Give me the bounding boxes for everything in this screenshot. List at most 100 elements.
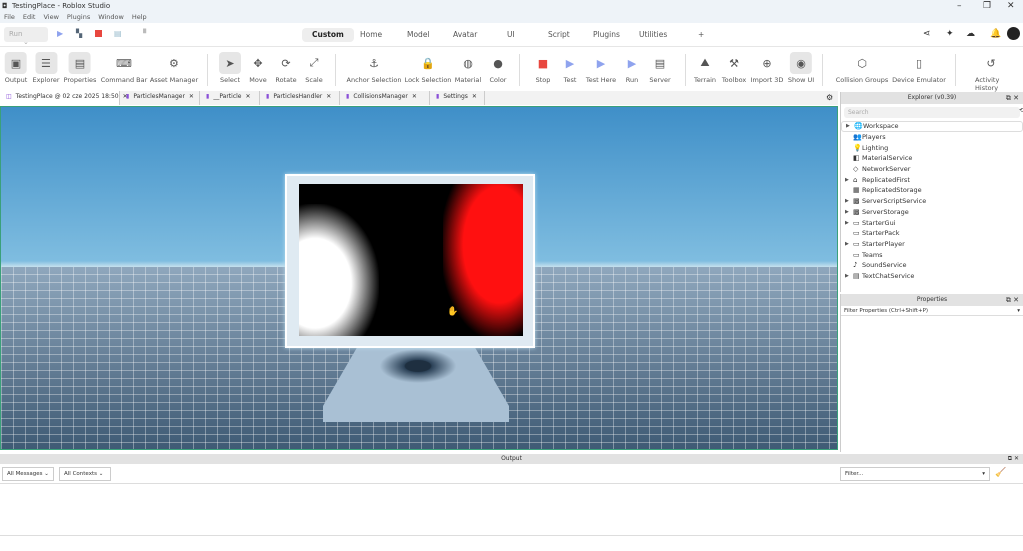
tool-color[interactable]: ● Color [487, 52, 509, 85]
tool-anchor-selection[interactable]: ⚓ Anchor Selection [347, 52, 402, 85]
explorer-item[interactable]: ▶ ▭ StarterPlayer [841, 239, 1023, 250]
doc-tab[interactable]: ▮ Settings ✕ [430, 91, 485, 105]
doc-tab[interactable]: ▮ __Particle ✕ [200, 91, 260, 105]
close-properties-button[interactable]: ⧉ ✕ [1006, 294, 1019, 306]
step-icon[interactable]: ▝ [140, 29, 146, 38]
settings-gear-icon[interactable]: ⚙ [826, 93, 833, 102]
tool-select[interactable]: ➤ Select [219, 52, 241, 84]
chevron-down-icon: ▾ [1017, 308, 1020, 314]
maximize-button[interactable]: ❐ [983, 1, 991, 11]
expand-arrow-icon[interactable]: ▶ [845, 209, 853, 215]
tool-device-emulator[interactable]: ▯ Device Emulator [892, 52, 946, 85]
3d-viewport[interactable]: ✋ [0, 106, 838, 450]
doc-tab[interactable]: ▮ ParticlesManager ✕ [120, 91, 200, 105]
tool-command-bar[interactable]: ⌨ Command Bar [101, 52, 148, 85]
tab-utilities[interactable]: Utilities [629, 28, 677, 42]
tab-ui[interactable]: UI [497, 28, 525, 42]
close-tab-icon[interactable]: ✕ [189, 93, 194, 103]
explorer-item[interactable]: ▶ 🌐 Workspace [841, 121, 1023, 132]
explorer-item[interactable]: ▶ ▩ ServerStorage [841, 207, 1023, 218]
tool-material[interactable]: ◍ Material [455, 52, 481, 85]
expand-arrow-icon[interactable]: ▶ [846, 123, 854, 129]
menu-plugins[interactable]: Plugins [67, 12, 90, 23]
tool-collision-groups[interactable]: ⬡ Collision Groups [836, 52, 888, 85]
cloud-icon[interactable]: ☁ [966, 29, 975, 39]
tool-run[interactable]: ▶ Run [621, 52, 643, 85]
run-mode-select[interactable]: Run ⌄ [4, 27, 48, 46]
tool-move[interactable]: ✥ Move [247, 52, 269, 85]
properties-filter-input[interactable]: Filter Properties (Ctrl+Shift+P) ▾ [841, 306, 1023, 316]
explorer-item[interactable]: ▦ ReplicatedStorage [841, 185, 1023, 196]
explorer-item[interactable]: ▭ Teams [841, 249, 1023, 260]
output-filter-input[interactable]: Filter... ▾ [840, 467, 990, 481]
tab-script[interactable]: Script [538, 28, 580, 42]
close-output-button[interactable]: ⧉ ✕ [1008, 454, 1019, 464]
doc-tab[interactable]: ◫ TestingPlace @ 02 cze 2025 18:50 ✕ [0, 91, 128, 105]
tool-test[interactable]: ▶ Test [559, 52, 581, 85]
pause-icon[interactable]: ▤ [114, 29, 122, 38]
menu-window[interactable]: Window [98, 12, 124, 23]
explorer-item[interactable]: ▶ ▭ StarterGui [841, 217, 1023, 228]
explorer-item[interactable]: ♪ SoundService [841, 260, 1023, 271]
expand-arrow-icon[interactable]: ▶ [845, 241, 853, 247]
tool-import-3d[interactable]: ⊕ Import 3D [751, 52, 784, 85]
expand-arrow-icon[interactable]: ▶ [845, 273, 853, 279]
tool-scale[interactable]: ⤢ Scale [303, 52, 325, 84]
doc-tab[interactable]: ▮ CollisionsManager ✕ [340, 91, 430, 105]
tab-home[interactable]: Home [350, 28, 392, 42]
menu-edit[interactable]: Edit [23, 12, 36, 23]
minimize-button[interactable]: – [957, 1, 962, 11]
close-tab-icon[interactable]: ✕ [245, 93, 250, 103]
expand-arrow-icon[interactable]: ▶ [845, 198, 853, 204]
notifications-icon[interactable]: 🔔 [990, 29, 1001, 39]
tool-lock-selection[interactable]: 🔒 Lock Selection [405, 52, 452, 85]
tool-rotate[interactable]: ⟳ Rotate [275, 52, 297, 85]
tool-output[interactable]: ▣ Output [5, 52, 27, 84]
messages-filter-select[interactable]: All Messages ⌄ [2, 467, 54, 481]
tool-stop[interactable]: ■ Stop [532, 52, 554, 85]
explorer-item[interactable]: ◧ MaterialService [841, 153, 1023, 164]
tool-server[interactable]: ▤ Server [649, 52, 671, 85]
tab-plugins[interactable]: Plugins [583, 28, 630, 42]
tool-properties[interactable]: ▤ Properties [64, 52, 96, 84]
share-icon[interactable]: ⋖ [923, 29, 931, 39]
tool-activity-history[interactable]: ↺ Activity History [975, 52, 1007, 93]
tab-custom[interactable]: Custom [302, 28, 354, 42]
tool-toolbox[interactable]: ⚒ Toolbox [722, 52, 746, 85]
clear-output-icon[interactable]: 🧹 [995, 468, 1006, 478]
tool-explorer[interactable]: ☰ Explorer [32, 52, 60, 84]
close-tab-icon[interactable]: ✕ [472, 93, 477, 103]
stop-icon[interactable] [95, 30, 102, 37]
explorer-item[interactable]: ▶ ▤ TextChatService [841, 271, 1023, 282]
play-server-icon[interactable]: ▚ [76, 29, 82, 38]
tool-terrain[interactable]: ⛰ Terrain [694, 52, 716, 84]
close-tab-icon[interactable]: ✕ [412, 93, 417, 103]
close-button[interactable]: ✕ [1007, 1, 1015, 11]
avatar[interactable] [1007, 27, 1020, 40]
particle-screen-part[interactable] [285, 174, 535, 348]
explorer-item[interactable]: 👥 Players [841, 132, 1023, 143]
tool-show-ui[interactable]: ◉ Show UI [788, 52, 814, 84]
tool-test-here[interactable]: ▶ Test Here [586, 52, 616, 85]
explorer-item[interactable]: ◇ NetworkServer [841, 164, 1023, 175]
explorer-item[interactable]: ▶ ⌂ ReplicatedFirst [841, 174, 1023, 185]
menu-view[interactable]: View [43, 12, 58, 23]
tab-model[interactable]: Model [397, 28, 440, 42]
assistant-icon[interactable]: ✦ [946, 29, 954, 39]
menu-file[interactable]: File [4, 12, 15, 23]
close-explorer-button[interactable]: ⧉ ✕ [1006, 92, 1019, 104]
tab-avatar[interactable]: Avatar [443, 28, 487, 42]
add-tab-button[interactable]: + [688, 28, 714, 42]
doc-tab[interactable]: ▮ ParticlesHandler ✕ [260, 91, 340, 105]
explorer-item[interactable]: ▶ ▩ ServerScriptService [841, 196, 1023, 207]
menu-help[interactable]: Help [132, 12, 147, 23]
explorer-item[interactable]: ▭ StarterPack [841, 228, 1023, 239]
contexts-filter-select[interactable]: All Contexts ⌄ [59, 467, 111, 481]
play-icon[interactable]: ▶ [57, 29, 63, 38]
explorer-search-input[interactable]: Search ⟲ ⋯ [844, 107, 1023, 118]
close-tab-icon[interactable]: ✕ [326, 93, 331, 103]
tool-asset-manager[interactable]: ⚙ Asset Manager [150, 52, 198, 85]
expand-arrow-icon[interactable]: ▶ [845, 177, 853, 183]
explorer-item[interactable]: 💡 Lighting [841, 142, 1023, 153]
expand-arrow-icon[interactable]: ▶ [845, 220, 853, 226]
